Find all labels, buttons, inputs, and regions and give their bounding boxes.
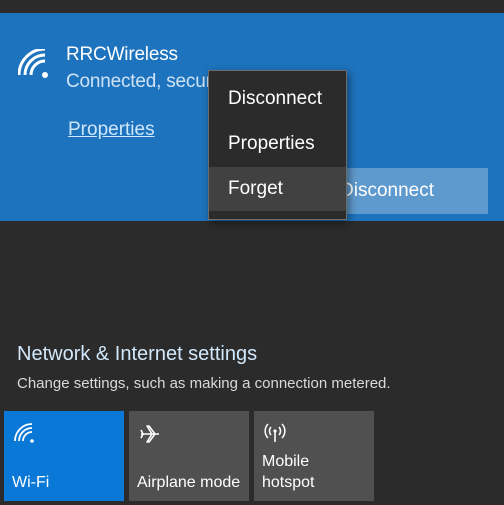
airplane-icon xyxy=(140,425,159,443)
hotspot-label-line2: hotspot xyxy=(262,474,315,491)
hotspot-tile-label: Mobile hotspot xyxy=(262,451,372,493)
hotspot-label-line1: Mobile xyxy=(262,453,310,470)
panel-top-edge xyxy=(0,0,504,13)
wifi-toggle-tile[interactable]: Wi-Fi xyxy=(4,411,124,501)
wifi-icon xyxy=(18,49,48,78)
network-name: RRCWireless xyxy=(66,44,178,65)
properties-link[interactable]: Properties xyxy=(68,119,155,141)
context-menu: Disconnect Properties Forget xyxy=(208,70,347,220)
network-settings-link[interactable]: Network & Internet settings xyxy=(17,343,257,366)
menu-item-disconnect[interactable]: Disconnect xyxy=(209,77,346,121)
menu-item-forget[interactable]: Forget xyxy=(209,167,346,211)
airplane-mode-tile[interactable]: Airplane mode xyxy=(129,411,249,501)
mobile-hotspot-tile[interactable]: Mobile hotspot xyxy=(254,411,374,501)
wifi-icon xyxy=(14,423,34,443)
menu-item-properties[interactable]: Properties xyxy=(209,122,346,166)
network-settings-description: Change settings, such as making a connec… xyxy=(17,375,391,392)
airplane-tile-label: Airplane mode xyxy=(137,474,241,491)
wifi-tile-label: Wi-Fi xyxy=(12,474,50,491)
hotspot-icon xyxy=(264,423,286,442)
